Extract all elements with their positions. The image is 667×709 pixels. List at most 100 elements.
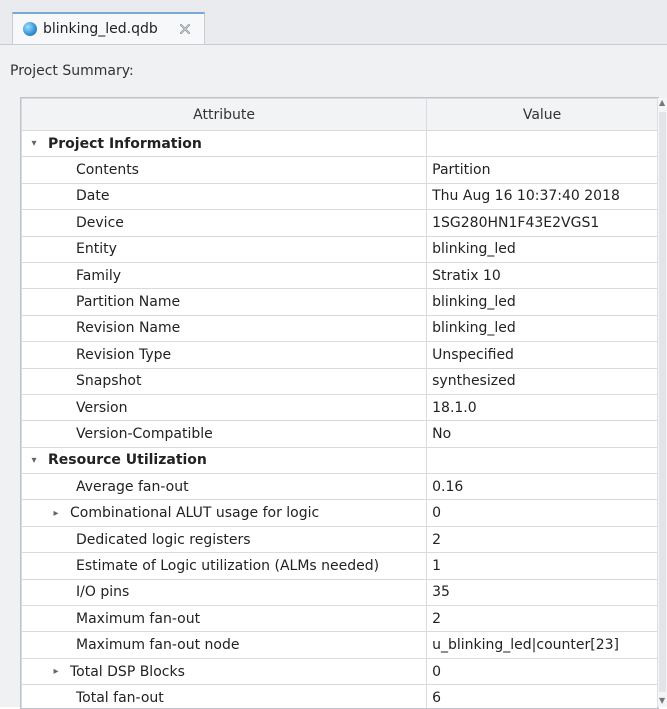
attribute-label: I/O pins [76, 584, 130, 601]
attribute-label: Revision Name [76, 320, 181, 337]
expand-arrow-icon[interactable]: ▾ [28, 455, 40, 466]
attribute-cell-content: I/O pins [22, 580, 426, 605]
table-row[interactable]: Dedicated logic registers 2 [21, 525, 658, 554]
attribute-cell-content: ▸ Total DSP Blocks [22, 659, 426, 684]
attribute-label: Revision Type [76, 346, 172, 363]
project-summary-label: Project Summary: [10, 63, 134, 79]
table-row[interactable]: Partition Name blinking_led [21, 288, 658, 316]
attribute-cell: Average fan-out [21, 473, 428, 501]
value-cell: Unspecified [426, 341, 658, 369]
attribute-label: Entity [76, 241, 117, 258]
close-icon[interactable] [178, 22, 192, 36]
table-row[interactable]: Revision Type Unspecified [21, 341, 658, 369]
attribute-cell: Revision Type [21, 341, 428, 369]
value-cell: synthesized [426, 367, 658, 395]
database-icon [23, 22, 37, 36]
table-row[interactable]: Date Thu Aug 16 10:37:40 2018 [21, 182, 658, 211]
table-row[interactable]: Version 18.1.0 [21, 393, 658, 422]
table-row[interactable]: Average fan-out 0.16 [21, 473, 658, 501]
attribute-cell-content: Total fan-out [22, 685, 426, 708]
table-row[interactable]: Revision Name blinking_led [21, 314, 658, 343]
summary-table: Attribute Value ▾ Project Information Cont… [21, 98, 658, 708]
value-cell: 2 [426, 525, 658, 554]
section-row[interactable]: ▾ Project Information [21, 129, 658, 158]
attribute-cell: Version [21, 393, 428, 422]
attribute-cell: Revision Name [21, 314, 428, 343]
attribute-cell: Family [21, 261, 428, 290]
attribute-cell-content: Revision Name [22, 316, 426, 341]
table-row[interactable]: Maximum fan-out node u_blinking_led|count… [21, 631, 658, 659]
value-cell: blinking_led [426, 314, 658, 343]
attribute-cell: ▸ Combinational ALUT usage for logic [21, 499, 428, 527]
summary-table-container: Attribute Value ▾ Project Information Cont… [20, 97, 659, 709]
table-row[interactable]: Device 1SG280HN1F43E2VGS1 [21, 209, 658, 237]
attribute-label: Snapshot [76, 373, 142, 390]
attribute-cell: ▸ Total DSP Blocks [21, 657, 428, 686]
value-cell: 1SG280HN1F43E2VGS1 [426, 209, 658, 237]
attribute-cell: Partition Name [21, 288, 428, 316]
table-row[interactable]: Estimate of Logic utilization (ALMs need… [21, 552, 658, 580]
table-row[interactable]: Contents Partition [21, 156, 658, 184]
attribute-label: Maximum fan-out [76, 610, 201, 627]
attribute-cell-content: Revision Type [22, 342, 426, 367]
attribute-cell-content: Device [22, 210, 426, 235]
attribute-cell: Version-Compatible [21, 420, 428, 448]
header-attribute[interactable]: Attribute [21, 98, 428, 131]
value-cell: 0.16 [426, 473, 658, 501]
value-cell [426, 446, 658, 475]
attribute-label: Contents [76, 162, 139, 179]
collapse-arrow-icon[interactable]: ▸ [50, 666, 62, 677]
attribute-cell-content: Maximum fan-out node [22, 632, 426, 657]
attribute-cell-content: Partition Name [22, 289, 426, 314]
attribute-cell: I/O pins [21, 578, 428, 607]
scroll-down-icon[interactable]: ▼ [659, 696, 665, 705]
table-row[interactable]: Maximum fan-out 2 [21, 605, 658, 633]
attribute-cell: Maximum fan-out node [21, 631, 428, 659]
attribute-cell-content: Snapshot [22, 369, 426, 394]
attribute-cell-content: ▸ Combinational ALUT usage for logic [22, 500, 426, 525]
attribute-label: Version-Compatible [76, 425, 213, 442]
value-cell: No [426, 420, 658, 448]
table-row[interactable]: Version-Compatible No [21, 420, 658, 448]
attribute-cell-content: Entity [22, 237, 426, 262]
table-row[interactable]: ▸ Combinational ALUT usage for logic 0 [21, 499, 658, 527]
attribute-cell: Device [21, 209, 428, 237]
table-row[interactable]: Snapshot synthesized [21, 367, 658, 395]
attribute-label: Combinational ALUT usage for logic [70, 505, 320, 522]
value-cell: 18.1.0 [426, 393, 658, 422]
table-row[interactable]: Entity blinking_led [21, 235, 658, 263]
scroll-up-icon[interactable]: ▲ [659, 98, 665, 107]
section-row[interactable]: ▾ Resource Utilization [21, 446, 658, 475]
tab-blinking-led-qdb[interactable]: blinking_led.qdb [12, 12, 205, 44]
attribute-label: Device [76, 214, 124, 231]
table-row[interactable]: Total fan-out 6 [21, 684, 658, 708]
value-cell: Thu Aug 16 10:37:40 2018 [426, 182, 658, 211]
table-row[interactable]: Family Stratix 10 [21, 261, 658, 290]
attribute-cell-content: Version [22, 395, 426, 420]
attribute-label: Estimate of Logic utilization (ALMs need… [76, 557, 380, 574]
attribute-cell-content: ▾ Project Information [22, 131, 426, 156]
attribute-cell-content: Contents [22, 157, 426, 182]
section-label: Resource Utilization [48, 452, 207, 469]
header-value[interactable]: Value [426, 98, 658, 131]
scroll-thumb[interactable] [659, 112, 666, 692]
attribute-label: Maximum fan-out node [76, 637, 240, 654]
tab-bar: blinking_led.qdb [0, 0, 667, 45]
section-label: Project Information [48, 135, 202, 152]
expand-arrow-icon[interactable]: ▾ [28, 138, 40, 149]
attribute-cell: Entity [21, 235, 428, 263]
vertical-scrollbar[interactable]: ▲ ▼ [657, 98, 667, 707]
attribute-cell-content: Average fan-out [22, 474, 426, 499]
table-row[interactable]: I/O pins 35 [21, 578, 658, 607]
table-row[interactable]: ▸ Total DSP Blocks 0 [21, 657, 658, 686]
attribute-cell-content: Dedicated logic registers [22, 527, 426, 552]
value-cell: 0 [426, 657, 658, 686]
attribute-label: Family [76, 267, 122, 284]
attribute-cell-content: ▾ Resource Utilization [22, 448, 426, 473]
value-cell: blinking_led [426, 235, 658, 263]
attribute-label: Dedicated logic registers [76, 531, 251, 548]
collapse-arrow-icon[interactable]: ▸ [50, 508, 62, 519]
value-cell: 6 [426, 684, 658, 708]
value-cell: Partition [426, 156, 658, 184]
attribute-label: Average fan-out [76, 478, 189, 495]
